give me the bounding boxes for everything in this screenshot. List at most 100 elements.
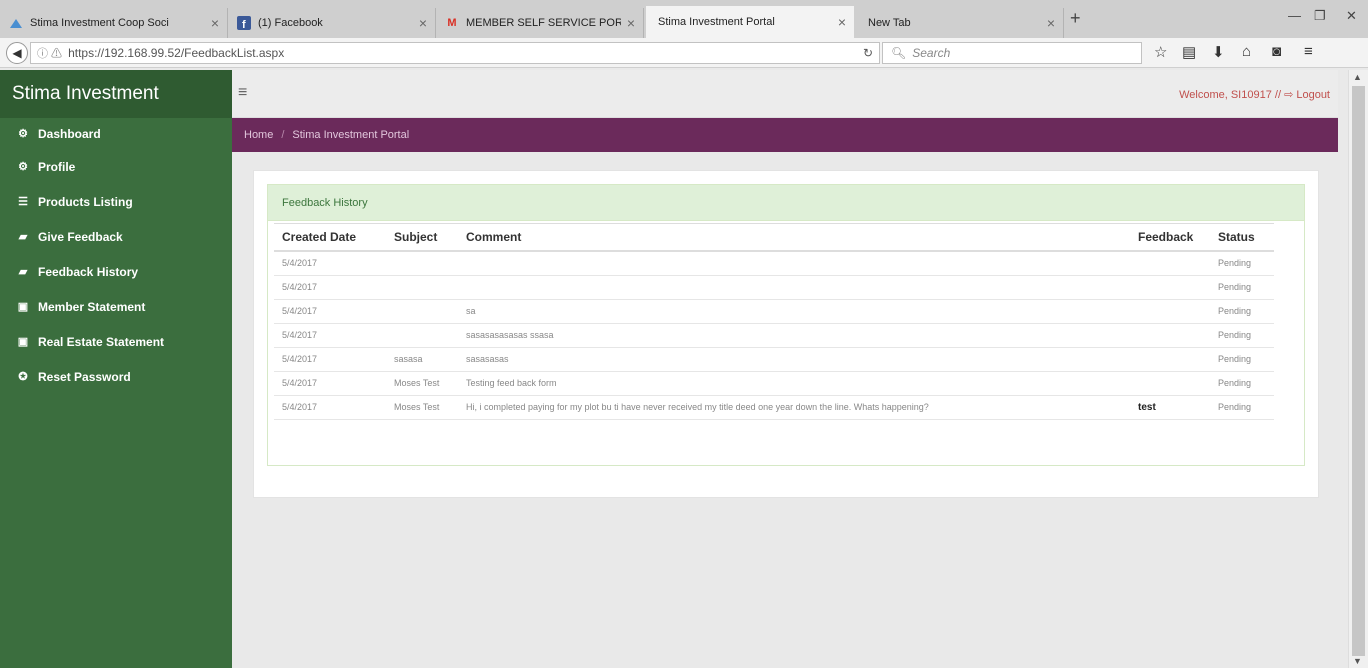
reload-icon[interactable]: ↻ [863, 46, 873, 60]
cell-status: Pending [1210, 371, 1274, 396]
back-arrow-icon[interactable]: ◀ [6, 42, 28, 64]
menu-hamburger-icon[interactable]: ≡ [1304, 43, 1313, 60]
welcome-area: Welcome, SI10917 // ⇨ Logout [1179, 88, 1330, 101]
browser-tab-new-tab[interactable]: New Tab × [856, 8, 1064, 38]
browser-tab-bar: Stima Investment Coop Soci × f (1) Faceb… [0, 0, 1368, 38]
home-icon[interactable]: ⌂ [1242, 43, 1251, 60]
breadcrumb-home[interactable]: Home [244, 129, 273, 141]
page-scrollbar[interactable]: ▲ ▼ [1348, 70, 1368, 668]
browser-tab-member-self-service[interactable]: M MEMBER SELF SERVICE POR × [436, 8, 644, 38]
cell-feedback [1130, 251, 1210, 276]
new-tab-plus-icon[interactable]: + [1070, 8, 1081, 29]
feedback-icon: ▰ [18, 231, 28, 243]
sidebar-item-real-estate-statement[interactable]: ▣ Real Estate Statement [0, 324, 232, 359]
cell-status: Pending [1210, 347, 1274, 372]
close-window-icon[interactable]: ✕ [1346, 8, 1357, 24]
url-text: https://192.168.99.52/FeedbackList.aspx [68, 46, 285, 60]
sidebar-item-profile[interactable]: ⚙ Profile [0, 149, 232, 184]
close-tab-icon[interactable]: × [211, 15, 219, 31]
cell-date: 5/4/2017 [274, 323, 386, 348]
table-header-row: Created Date Subject Comment Feedback St… [274, 223, 1274, 252]
cell-subject [386, 299, 458, 324]
cell-comment [458, 251, 1130, 276]
profile-icon: ⚙ [18, 161, 28, 173]
brand-title[interactable]: Stima Investment [0, 70, 232, 118]
table-row: 5/4/2017 sasasasasasas ssasa Pending [274, 323, 1274, 348]
column-subject: Subject [386, 223, 458, 252]
svg-text:f: f [242, 19, 246, 30]
sidebar-item-dashboard[interactable]: ⚙ Dashboard [0, 118, 232, 149]
cell-status: Pending [1210, 323, 1274, 348]
browser-nav-bar: ◀ ⓘ ⚠ https://192.168.99.52/FeedbackList… [0, 38, 1368, 68]
reset-icon: ✪ [18, 371, 28, 383]
close-tab-icon[interactable]: × [419, 15, 427, 31]
sidebar-item-reset-password[interactable]: ✪ Reset Password [0, 359, 232, 394]
browser-tab-stima-portal[interactable]: Stima Investment Portal × [646, 6, 854, 38]
sidebar-item-member-statement[interactable]: ▣ Member Statement [0, 289, 232, 324]
cell-comment: sa [458, 299, 1130, 324]
logout-icon: ⇨ [1284, 89, 1294, 101]
cell-subject: Moses Test [386, 395, 458, 420]
cell-subject [386, 323, 458, 348]
minimize-window-icon[interactable]: — [1288, 8, 1301, 23]
maximize-window-icon[interactable]: ❐ [1314, 8, 1326, 24]
document-icon: ▣ [17, 336, 29, 348]
feedback-history-title: Feedback History [268, 185, 1304, 221]
cell-subject [386, 275, 458, 300]
column-status: Status [1210, 223, 1274, 252]
sidebar: Stima Investment ⚙ Dashboard ⚙ Profile ☰… [0, 70, 232, 668]
close-tab-icon[interactable]: × [1047, 15, 1055, 31]
table-row: 5/4/2017 Moses Test Testing feed back fo… [274, 371, 1274, 396]
cell-status: Pending [1210, 275, 1274, 300]
scroll-up-arrow-icon[interactable]: ▲ [1353, 72, 1362, 82]
table-row: 5/4/2017 sasasa sasasasas Pending [274, 347, 1274, 372]
stima-favicon-icon [8, 16, 24, 30]
cell-feedback: test [1130, 395, 1210, 420]
bookmark-star-icon[interactable]: ☆ [1154, 43, 1167, 61]
scroll-down-arrow-icon[interactable]: ▼ [1353, 656, 1362, 666]
pocket-icon[interactable]: ◙ [1272, 43, 1281, 60]
close-tab-icon[interactable]: × [627, 15, 635, 31]
table-row: 5/4/2017 sa Pending [274, 299, 1274, 324]
cell-status: Pending [1210, 395, 1274, 420]
url-bar[interactable]: ⓘ ⚠ https://192.168.99.52/FeedbackList.a… [30, 42, 880, 64]
cell-feedback [1130, 347, 1210, 372]
scrollbar-thumb[interactable] [1352, 86, 1365, 656]
column-feedback: Feedback [1130, 223, 1210, 252]
close-tab-icon[interactable]: × [838, 14, 846, 30]
breadcrumb-current: Stima Investment Portal [292, 129, 410, 141]
column-comment: Comment [458, 223, 1130, 252]
cell-comment [458, 275, 1130, 300]
breadcrumb-separator: / [281, 129, 285, 141]
cell-date: 5/4/2017 [274, 275, 386, 300]
downloads-icon[interactable]: ⬇ [1212, 43, 1225, 61]
gmail-favicon-icon: M [447, 17, 457, 29]
search-placeholder: Search [912, 46, 951, 60]
table-row: 5/4/2017 Moses Test Hi, i completed payi… [274, 395, 1274, 420]
table-row: 5/4/2017 Pending [274, 275, 1274, 300]
top-bar: ≡ Welcome, SI10917 // ⇨ Logout [232, 70, 1338, 118]
sidebar-item-feedback-history[interactable]: ▰ Feedback History [0, 254, 232, 289]
cell-subject [386, 251, 458, 276]
feedback-table: Created Date Subject Comment Feedback St… [274, 223, 1274, 420]
content-panel: Feedback History Created Date Subject Co… [253, 170, 1319, 498]
cell-feedback [1130, 371, 1210, 396]
cell-date: 5/4/2017 [274, 371, 386, 396]
sidebar-item-give-feedback[interactable]: ▰ Give Feedback [0, 219, 232, 254]
welcome-text: Welcome, SI10917 // [1179, 89, 1281, 101]
search-box[interactable]: 🔍︎ Search [882, 42, 1142, 64]
facebook-favicon-icon: f [236, 16, 252, 30]
reading-list-icon[interactable]: ▤ [1182, 43, 1196, 61]
cell-feedback [1130, 299, 1210, 324]
site-info-icon[interactable]: ⓘ ⚠ [37, 45, 62, 61]
cell-date: 5/4/2017 [274, 347, 386, 372]
sidebar-item-products-listing[interactable]: ☰ Products Listing [0, 184, 232, 219]
sidebar-toggle-icon[interactable]: ≡ [238, 84, 247, 102]
cell-comment: sasasasas [458, 347, 1130, 372]
browser-tab-facebook[interactable]: f (1) Facebook × [228, 8, 436, 38]
cell-status: Pending [1210, 299, 1274, 324]
document-icon: ▣ [17, 301, 29, 313]
browser-tab-stima-coop[interactable]: Stima Investment Coop Soci × [0, 8, 228, 38]
logout-link[interactable]: ⇨ Logout [1284, 89, 1330, 101]
cell-status: Pending [1210, 251, 1274, 276]
